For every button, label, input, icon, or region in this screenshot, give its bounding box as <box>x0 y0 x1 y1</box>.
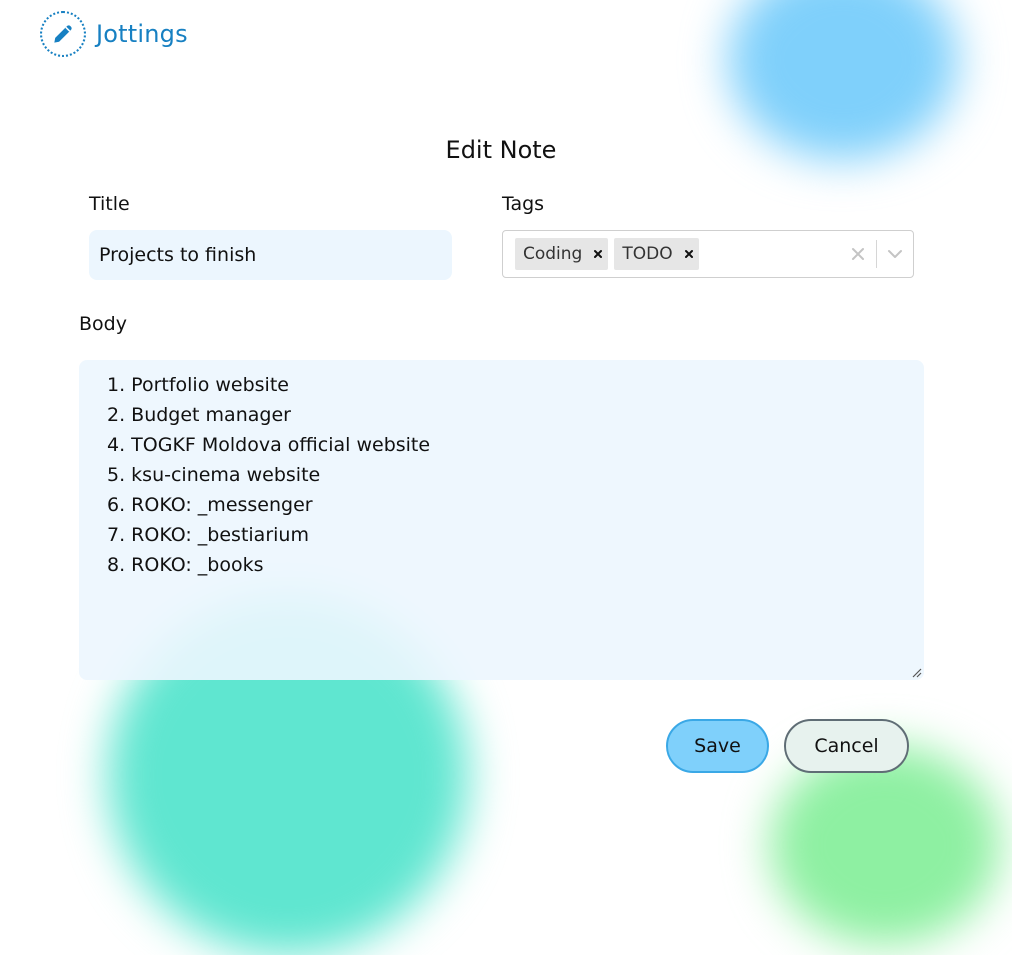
select-indicators <box>840 231 913 277</box>
body-line: 8. ROKO: _books <box>107 554 264 576</box>
close-icon <box>684 250 693 258</box>
body-line: 5. ksu-cinema website <box>107 464 321 486</box>
tags-dropdown-toggle[interactable] <box>877 231 913 277</box>
decorative-green-blob <box>770 745 1000 945</box>
title-input[interactable] <box>89 230 452 280</box>
pencil-icon <box>40 11 86 57</box>
resize-handle-icon[interactable] <box>911 667 922 678</box>
save-button[interactable]: Save <box>666 719 769 773</box>
app-logo-link[interactable]: Jottings <box>40 11 188 57</box>
title-label: Title <box>89 193 130 215</box>
body-line: 1. Portfolio website <box>107 374 289 396</box>
cancel-button[interactable]: Cancel <box>784 719 909 773</box>
tag-chip: Coding <box>515 238 609 270</box>
body-line: 2. Budget manager <box>107 404 291 426</box>
body-line: 7. ROKO: _bestiarium <box>107 524 309 546</box>
clear-tags-button[interactable] <box>840 231 876 277</box>
page-title: Edit Note <box>445 136 557 164</box>
chevron-down-icon <box>888 250 902 258</box>
body-label: Body <box>79 313 127 335</box>
clear-icon <box>852 248 864 260</box>
tag-label: TODO <box>622 244 673 264</box>
tag-remove-button[interactable] <box>679 238 699 270</box>
tag-remove-button[interactable] <box>588 238 608 270</box>
app-name: Jottings <box>96 20 188 48</box>
body-line: 6. ROKO: _messenger <box>107 494 313 516</box>
body-textarea[interactable]: 1. Portfolio website 2. Budget manager 4… <box>79 360 924 680</box>
tags-label: Tags <box>502 193 545 215</box>
tags-multiselect[interactable]: Coding TODO <box>502 230 914 278</box>
tag-label: Coding <box>523 244 583 264</box>
selected-tags: Coding TODO <box>503 231 840 277</box>
body-line: 4. TOGKF Moldova official website <box>107 434 431 456</box>
tag-chip: TODO <box>614 238 699 270</box>
close-icon <box>594 250 603 258</box>
